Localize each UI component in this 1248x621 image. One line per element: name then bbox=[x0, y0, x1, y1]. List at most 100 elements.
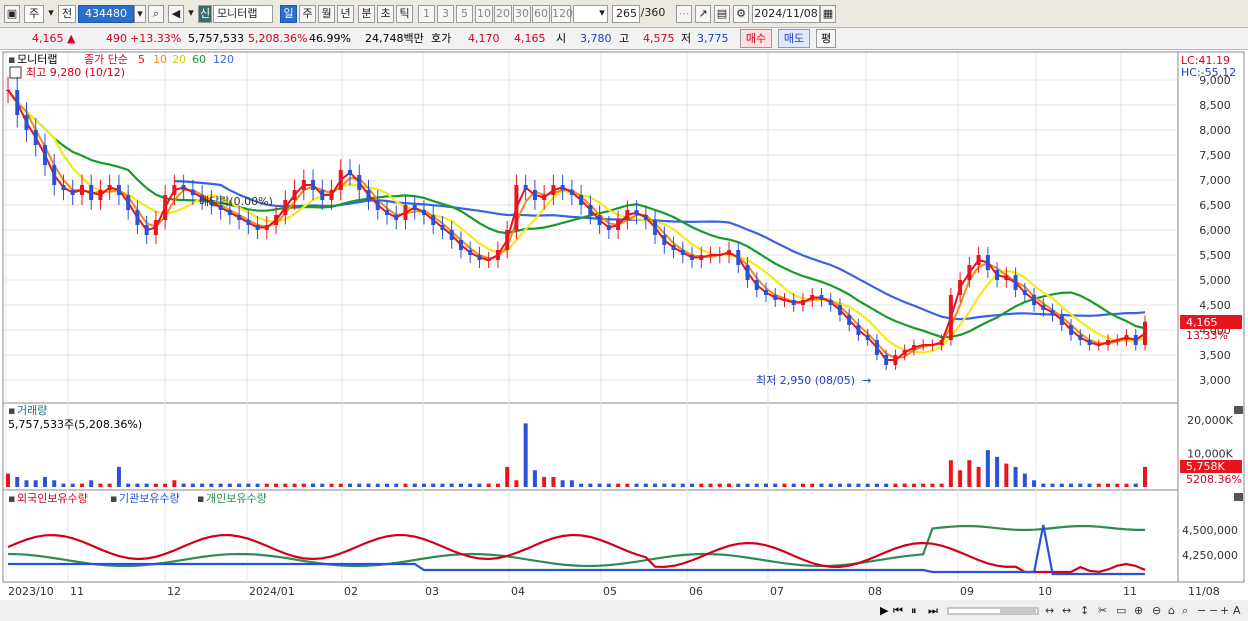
volume-bar bbox=[311, 483, 316, 487]
minute-30[interactable]: 30 bbox=[513, 5, 531, 23]
chart-area[interactable]: 9,0008,5008,0007,5007,0006,5006,0005,500… bbox=[0, 50, 1248, 621]
candle-body bbox=[52, 165, 57, 185]
y-tick-label: 4,500 bbox=[1199, 299, 1231, 312]
chevron-down-icon[interactable]: ▾ bbox=[46, 5, 56, 23]
plus-icon[interactable]: + bbox=[1220, 604, 1229, 617]
date-input[interactable]: 2024/11/08 bbox=[752, 5, 820, 23]
sell-button[interactable]: 매도 bbox=[778, 29, 810, 48]
minus-icon[interactable]: − bbox=[1209, 604, 1218, 617]
interval-second[interactable]: 초 bbox=[377, 5, 394, 23]
count-input[interactable]: 265 bbox=[612, 5, 640, 23]
interval-year[interactable]: 년 bbox=[337, 5, 354, 23]
chevron-down-icon[interactable]: ▾ bbox=[186, 5, 196, 23]
chevron-down-icon[interactable]: ▾ bbox=[134, 5, 146, 23]
scope-select[interactable]: 전 bbox=[58, 5, 76, 23]
tool-icon[interactable]: ⊕ bbox=[1134, 604, 1143, 617]
candle-body bbox=[542, 195, 547, 200]
minute-3[interactable]: 3 bbox=[437, 5, 454, 23]
last-page-icon[interactable]: ⏭ bbox=[928, 604, 938, 617]
calendar-icon[interactable]: ▦ bbox=[820, 5, 836, 23]
candle-body bbox=[1078, 335, 1083, 340]
candle-body bbox=[126, 195, 131, 210]
candle-body bbox=[837, 305, 842, 315]
minute-120[interactable]: 120 bbox=[551, 5, 573, 23]
panel-close-icon[interactable] bbox=[1234, 493, 1243, 501]
hc-label: HC:-55.12 bbox=[1181, 66, 1236, 79]
tool-icon[interactable]: ▭ bbox=[1116, 604, 1126, 617]
volume-bar bbox=[89, 480, 94, 487]
x-tick-label: 11/08 bbox=[1188, 585, 1220, 598]
stock-code-input[interactable]: 434480 bbox=[78, 5, 134, 23]
draw-tool-icon[interactable]: ↗ bbox=[695, 5, 711, 23]
volume-bar bbox=[699, 483, 704, 487]
legend-series: 종가 단순 bbox=[84, 53, 128, 66]
settings-icon[interactable]: ⚙ bbox=[733, 5, 749, 23]
first-page-icon[interactable]: ⏮ bbox=[893, 604, 903, 617]
save-icon[interactable]: ▤ bbox=[714, 5, 730, 23]
x-tick-label: 2024/01 bbox=[249, 585, 295, 598]
volume-bar bbox=[995, 456, 1000, 487]
candle-body bbox=[699, 255, 704, 260]
candle-body bbox=[819, 295, 824, 300]
interval-week[interactable]: 주 bbox=[299, 5, 316, 23]
tool-icon[interactable]: ⊖ bbox=[1152, 604, 1161, 617]
tool-icon[interactable]: ↕ bbox=[1080, 604, 1089, 617]
close-small-icon[interactable]: ▪ bbox=[110, 492, 117, 505]
candle-body bbox=[1143, 321, 1147, 345]
volume-bar bbox=[514, 480, 519, 487]
minute-1[interactable]: 1 bbox=[418, 5, 435, 23]
y-tick-label: 6,000 bbox=[1199, 224, 1231, 237]
close-small-icon[interactable]: ▪ bbox=[197, 492, 204, 505]
tool-icon[interactable]: ↔ bbox=[1045, 604, 1054, 617]
interval-tick[interactable]: 틱 bbox=[396, 5, 413, 23]
candle-body bbox=[163, 195, 168, 220]
interval-month[interactable]: 월 bbox=[318, 5, 335, 23]
volume-bar bbox=[70, 483, 75, 487]
font-size-icon[interactable]: A bbox=[1233, 604, 1241, 617]
candle-body bbox=[468, 250, 473, 255]
y-tick-label: 5,000 bbox=[1199, 274, 1231, 287]
minute-5[interactable]: 5 bbox=[456, 5, 473, 23]
chevron-down-icon[interactable]: ▾ bbox=[596, 5, 608, 23]
minute-20[interactable]: 20 bbox=[494, 5, 512, 23]
candle-body bbox=[190, 190, 195, 195]
volume-bar bbox=[375, 483, 380, 487]
candle-body bbox=[1004, 275, 1009, 280]
volume-bar bbox=[1143, 466, 1147, 487]
close-small-icon[interactable]: ▪ bbox=[8, 492, 15, 505]
candle-body bbox=[505, 230, 510, 250]
buy-button[interactable]: 매수 bbox=[740, 29, 772, 48]
toolbar: ▣ 주 ▾ 전 434480 ▾ ⌕ ◀ ▾ 신 모니터랩 일 주 월 년 분 … bbox=[0, 0, 1248, 28]
minute-10[interactable]: 10 bbox=[475, 5, 493, 23]
speaker-icon[interactable]: ◀ bbox=[168, 5, 184, 23]
stock-name[interactable]: 모니터랩 bbox=[213, 5, 273, 23]
close-small-icon[interactable]: ▪ bbox=[8, 53, 15, 66]
period-select[interactable]: 주 bbox=[24, 5, 44, 23]
tool-icon[interactable]: ↔ bbox=[1062, 604, 1071, 617]
minute-60[interactable]: 60 bbox=[532, 5, 550, 23]
scrollbar-thumb[interactable] bbox=[1000, 608, 1036, 614]
high-price: 4,575 bbox=[643, 32, 675, 45]
volume-bar bbox=[976, 466, 981, 487]
candle-body bbox=[911, 345, 916, 350]
legend-individual: 개인보유수량 bbox=[206, 492, 267, 505]
eval-button[interactable]: 평 bbox=[816, 29, 836, 48]
volume-bar bbox=[1013, 466, 1018, 487]
tool-icon[interactable]: ⌂ bbox=[1168, 604, 1175, 617]
volume-bar bbox=[495, 483, 500, 487]
search-icon[interactable]: ⌕ bbox=[148, 5, 164, 23]
crosshair-icon[interactable]: ⋯ bbox=[676, 5, 692, 23]
zoom-out-icon[interactable]: − bbox=[1197, 604, 1206, 617]
zoom-icon[interactable]: ⌕ bbox=[1182, 604, 1188, 617]
pause-icon[interactable]: ⏸ bbox=[911, 604, 917, 617]
interval-minute[interactable]: 분 bbox=[358, 5, 375, 23]
layout-icon[interactable]: ▣ bbox=[4, 5, 20, 23]
scroll-left-icon[interactable]: ▶ bbox=[880, 604, 889, 617]
tool-icon[interactable]: ✂ bbox=[1098, 604, 1107, 617]
panel-close-icon[interactable] bbox=[1234, 406, 1243, 414]
volume-pct: 5,208.36% bbox=[248, 32, 308, 45]
interval-day[interactable]: 일 bbox=[280, 5, 297, 23]
close-small-icon[interactable]: ▪ bbox=[8, 404, 15, 417]
volume-bar bbox=[560, 480, 565, 487]
candle-body bbox=[948, 295, 953, 340]
